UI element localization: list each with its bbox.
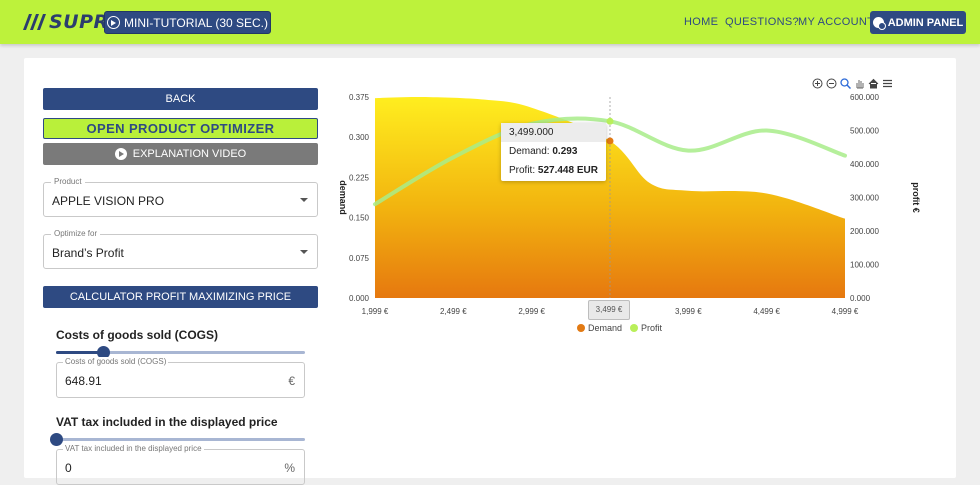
y-tick-label: 0.150 bbox=[349, 214, 370, 223]
mini-tutorial-label: MINI-TUTORIAL (30 SEC.) bbox=[123, 15, 269, 30]
legend-demand[interactable]: Demand bbox=[577, 323, 622, 333]
x-tick-label: 2,499 € bbox=[440, 307, 467, 316]
x-tick-label: 1,999 € bbox=[362, 307, 389, 316]
vat-field-label: VAT tax included in the displayed price bbox=[63, 444, 204, 453]
calculator-profit-button[interactable]: CALCULATOR PROFIT MAXIMIZING PRICE bbox=[43, 286, 318, 308]
nav-questions[interactable]: QUESTIONS? bbox=[725, 16, 799, 28]
vat-field[interactable]: VAT tax included in the displayed price … bbox=[56, 444, 305, 485]
cogs-field-label: Costs of goods sold (COGS) bbox=[63, 357, 169, 366]
mini-tutorial-button[interactable]: MINI-TUTORIAL (30 SEC.) bbox=[104, 11, 271, 34]
cogs-field[interactable]: Costs of goods sold (COGS) 648.91 € bbox=[56, 357, 305, 398]
optimize-for-select[interactable]: Optimize for Brand’s Profit bbox=[43, 229, 318, 269]
y2-tick-label: 0.000 bbox=[850, 294, 871, 303]
tooltip-header: 3,499.000 bbox=[501, 123, 606, 142]
cogs-slider-fill bbox=[56, 351, 104, 354]
vat-field-value: 0 bbox=[65, 461, 72, 475]
y-tick-label: 0.075 bbox=[349, 254, 370, 263]
legend-profit[interactable]: Profit bbox=[630, 323, 662, 333]
y2-tick-label: 200.000 bbox=[850, 227, 879, 236]
explanation-video-button[interactable]: EXPLANATION VIDEO bbox=[43, 143, 318, 165]
x-tick-label: 2,999 € bbox=[518, 307, 545, 316]
caret-down-icon bbox=[300, 198, 308, 202]
play-circle-icon bbox=[106, 16, 120, 29]
y2-tick-label: 600.000 bbox=[850, 93, 879, 102]
cogs-slider[interactable] bbox=[56, 346, 305, 359]
y-tick-label: 0.300 bbox=[349, 133, 370, 142]
y-tick-label: 0.000 bbox=[349, 294, 370, 303]
tooltip-demand-label: Demand: bbox=[509, 146, 550, 157]
calculator-label: CALCULATOR PROFIT MAXIMIZING PRICE bbox=[69, 291, 292, 303]
y-axis-title: demand bbox=[338, 180, 348, 215]
optimizer-label: OPEN PRODUCT OPTIMIZER bbox=[86, 121, 275, 136]
y2-tick-label: 100.000 bbox=[850, 261, 879, 270]
tooltip-profit-label: Profit: bbox=[509, 165, 536, 176]
tooltip-profit-value: 527.448 EUR bbox=[537, 165, 598, 176]
y2-tick-label: 500.000 bbox=[850, 127, 879, 136]
tooltip-profit: Profit: 527.448 EUR bbox=[501, 161, 606, 180]
top-bar: SUPRA MINI-TUTORIAL (30 SEC.) HOME QUEST… bbox=[0, 0, 980, 44]
chart-tooltip: 3,499.000 Demand: 0.293 Profit: 527.448 … bbox=[501, 123, 606, 181]
x-tick-label: 4,499 € bbox=[753, 307, 780, 316]
profit-point bbox=[606, 117, 614, 125]
percent-unit: % bbox=[284, 461, 295, 475]
legend-demand-label: Demand bbox=[588, 323, 623, 333]
user-gear-icon bbox=[872, 17, 886, 30]
back-button[interactable]: BACK bbox=[43, 88, 318, 110]
cogs-field-value: 648.91 bbox=[65, 374, 102, 388]
vat-title: VAT tax included in the displayed price bbox=[56, 415, 278, 429]
legend-profit-label: Profit bbox=[641, 323, 663, 333]
explanation-video-label: EXPLANATION VIDEO bbox=[132, 148, 247, 160]
supra-logo-icon bbox=[23, 14, 46, 30]
y2-axis-title: profit € bbox=[911, 182, 921, 213]
cogs-title: Costs of goods sold (COGS) bbox=[56, 328, 218, 342]
product-select-label: Product bbox=[51, 177, 85, 186]
admin-panel-label: ADMIN PANEL bbox=[887, 16, 964, 29]
euro-unit: € bbox=[288, 374, 295, 388]
y2-tick-label: 400.000 bbox=[850, 160, 879, 169]
legend-profit-dot bbox=[630, 324, 639, 332]
nav-home[interactable]: HOME bbox=[684, 16, 718, 28]
x-tick-label: 4,999 € bbox=[832, 307, 859, 316]
admin-panel-button[interactable]: ADMIN PANEL bbox=[870, 11, 966, 34]
tooltip-demand: Demand: 0.293 bbox=[501, 142, 606, 161]
product-select-value: APPLE VISION PRO bbox=[52, 194, 165, 208]
open-product-optimizer-button[interactable]: OPEN PRODUCT OPTIMIZER bbox=[43, 118, 318, 139]
chart-legend: Demand Profit bbox=[577, 323, 662, 333]
product-select[interactable]: Product APPLE VISION PRO bbox=[43, 177, 318, 217]
crosshair-x-label: 3,499 € bbox=[588, 300, 630, 320]
nav-my-account[interactable]: MY ACCOUNT bbox=[798, 16, 874, 28]
caret-down-icon bbox=[300, 250, 308, 254]
tooltip-demand-value: 0.293 bbox=[552, 146, 578, 157]
y2-tick-label: 300.000 bbox=[850, 194, 879, 203]
y-tick-label: 0.375 bbox=[349, 93, 370, 102]
y-tick-label: 0.225 bbox=[349, 173, 370, 182]
demand-profit-chart: 0.000 0.075 0.150 0.225 0.300 0.375 0.000 100.… bbox=[338, 93, 921, 316]
x-tick-label: 3,999 € bbox=[675, 307, 702, 316]
vat-slider[interactable] bbox=[50, 433, 305, 446]
play-icon bbox=[114, 148, 127, 160]
legend-demand-dot bbox=[577, 324, 585, 332]
back-label: BACK bbox=[165, 93, 196, 105]
vat-slider-thumb[interactable] bbox=[50, 433, 63, 446]
optimize-for-value: Brand’s Profit bbox=[52, 246, 124, 260]
optimize-for-label: Optimize for bbox=[51, 229, 101, 238]
demand-point bbox=[606, 137, 614, 145]
